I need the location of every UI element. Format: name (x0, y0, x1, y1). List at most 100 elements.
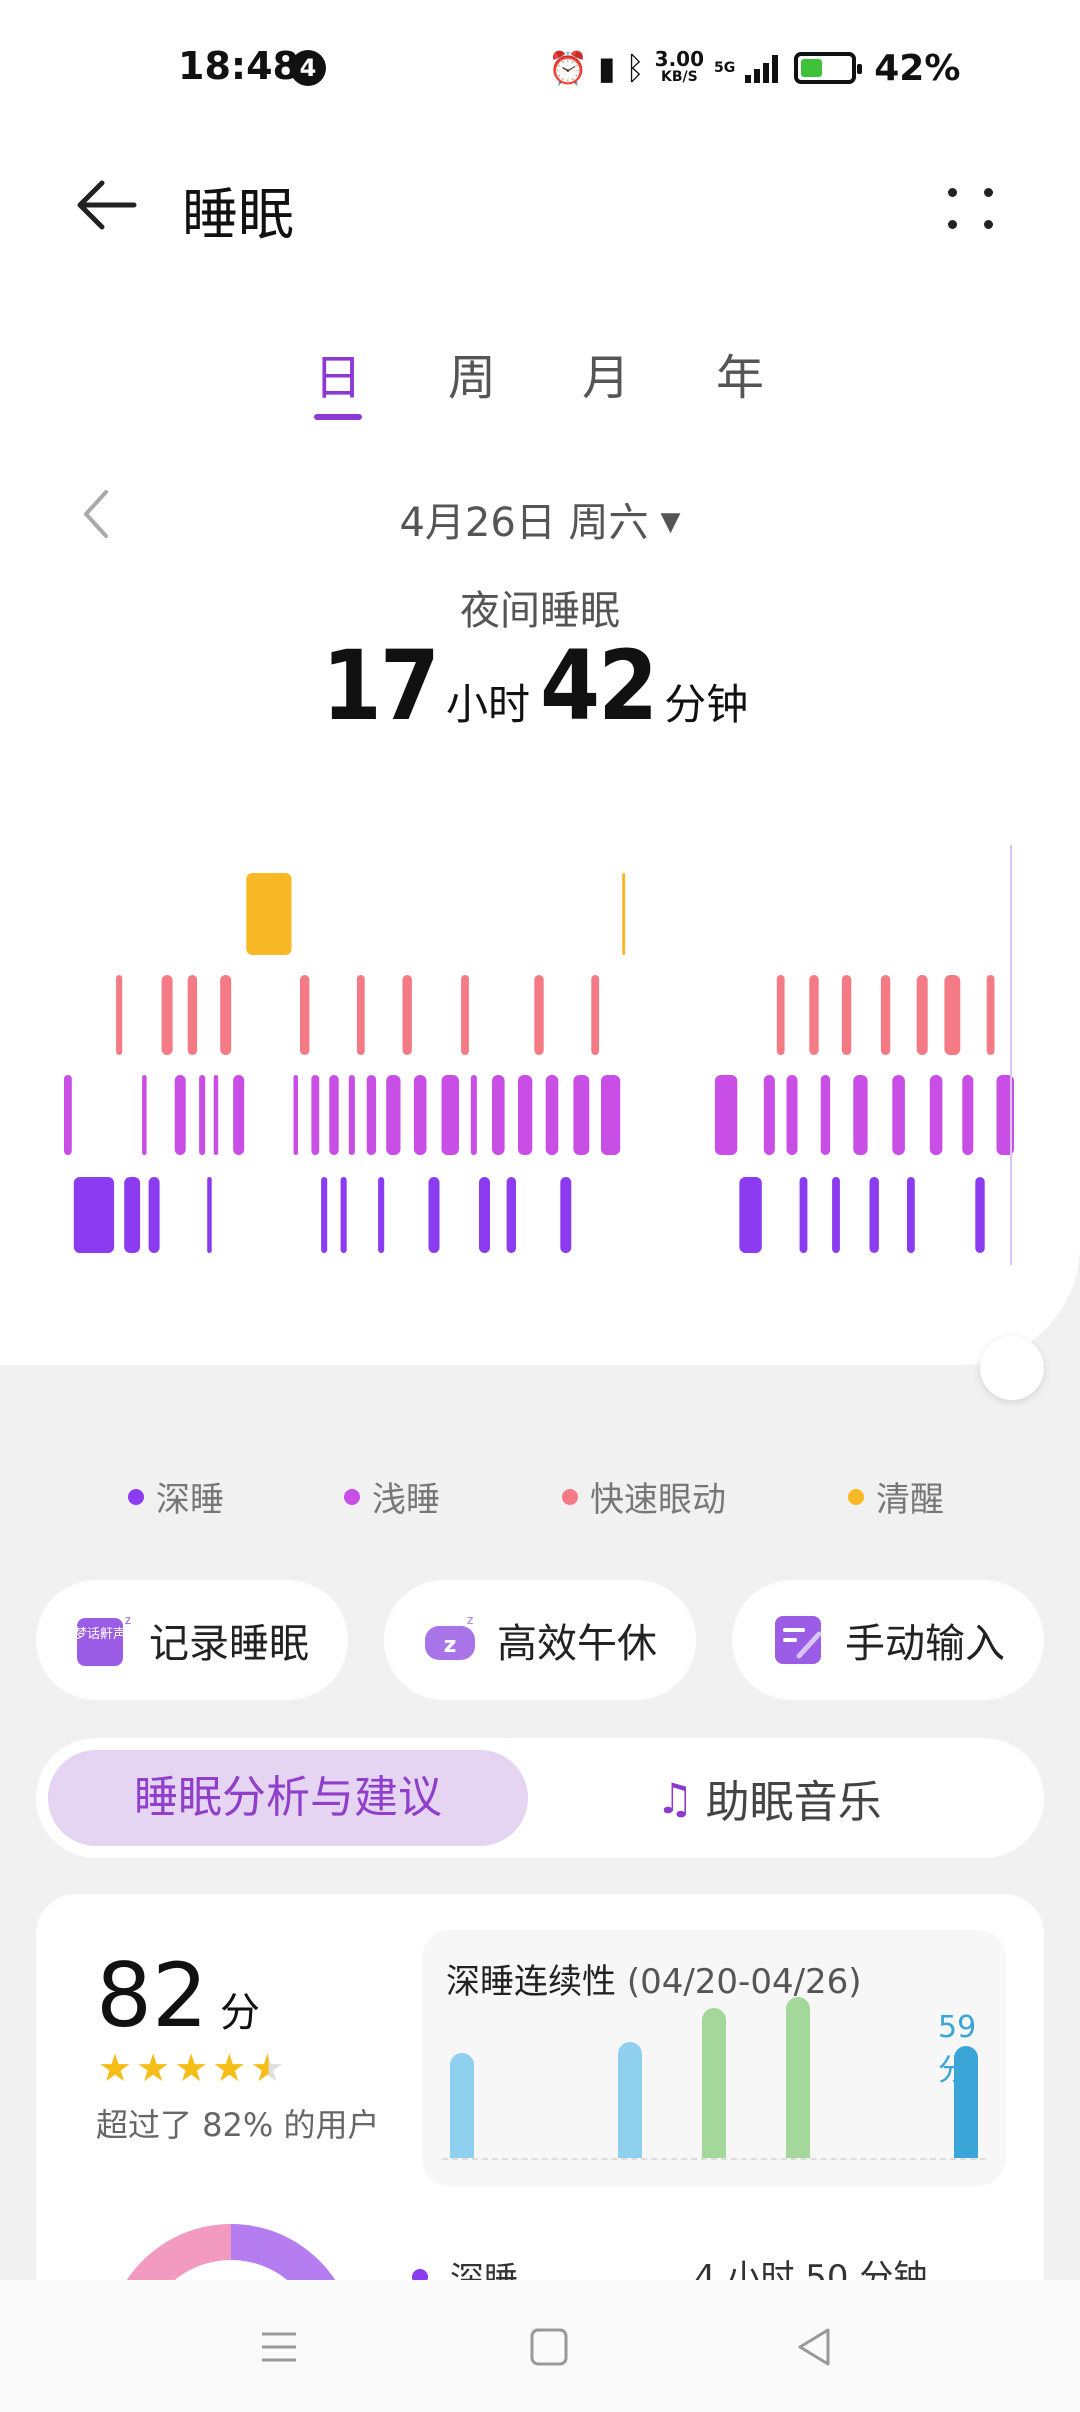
svg-text:z: z (125, 1613, 131, 1627)
legend-item: 快速眼动 (562, 1472, 726, 1521)
record-sleep-button[interactable]: 梦话鼾声 z 记录睡眠 (36, 1580, 348, 1700)
tab-month[interactable]: 月 (566, 338, 646, 408)
stage-segment (366, 1075, 377, 1155)
stage-segment (174, 1075, 186, 1155)
stage-segment (340, 1177, 347, 1253)
star-icon: ★ (136, 2046, 171, 2090)
stage-segment (213, 1075, 219, 1155)
app-header: 睡眠 (0, 160, 1080, 260)
vibrate-icon: ▮ (597, 49, 616, 87)
signal-icon (745, 53, 779, 83)
stage-segment (461, 975, 469, 1055)
stage-segment (820, 1075, 831, 1155)
stage-segment (841, 975, 852, 1055)
continuity-bar (450, 2052, 474, 2158)
stage-segment (975, 1177, 985, 1253)
sleep-stage-chart[interactable] (64, 845, 1016, 1265)
sleep-duration: 17 小时 42 分钟 (0, 630, 1080, 742)
deep-sleep-continuity-chart[interactable]: 深睡连续性 (04/20-04/26) 59分 (422, 1930, 1006, 2186)
stage-segment (892, 1075, 905, 1155)
continuity-title: 深睡连续性 (04/20-04/26) (446, 1962, 862, 2002)
legend-item: 深睡 (128, 1472, 224, 1521)
stage-segment (428, 1177, 440, 1253)
back-arrow-icon[interactable] (72, 170, 142, 240)
record-sleep-label: 记录睡眠 (149, 1621, 309, 1667)
tab-week[interactable]: 周 (432, 338, 512, 408)
efficient-nap-button[interactable]: z z 高效午休 (384, 1580, 696, 1700)
half-star-icon: ★ (250, 2046, 285, 2090)
stage-segment (869, 1177, 879, 1253)
stage-segment (441, 1075, 459, 1155)
chart-scrub-handle[interactable] (980, 1336, 1044, 1400)
battery-icon (794, 52, 863, 84)
home-icon[interactable] (524, 2322, 574, 2372)
page-title: 睡眠 (182, 183, 294, 248)
stage-segment (492, 1075, 505, 1155)
battery-percent: 42% (874, 47, 961, 89)
net-speed: 3.00 KB/S (654, 47, 705, 85)
tab-day[interactable]: 日 (298, 338, 378, 420)
star-icon: ★ (98, 2046, 133, 2090)
stage-segment (246, 873, 292, 955)
stage-segment (161, 975, 173, 1055)
stage-segment (907, 1177, 915, 1253)
stage-segment (220, 975, 232, 1055)
date-dropdown[interactable]: 4月26日 周六 ▼ (0, 490, 1080, 548)
back-icon[interactable] (790, 2322, 840, 2372)
stage-segment (518, 1075, 533, 1155)
continuity-bar (954, 2045, 978, 2158)
hour-unit: 小时 (445, 680, 530, 729)
stage-segment (916, 975, 928, 1055)
sleep-talk-record-icon: 梦话鼾声 z (75, 1613, 131, 1666)
stage-segment (714, 1075, 738, 1155)
stage-segment (386, 1075, 401, 1155)
stage-segment (413, 1075, 427, 1155)
sleep-stage-legend: 深睡 浅睡 快速眼动 清醒 (0, 1472, 1080, 1522)
stage-segment (986, 975, 995, 1055)
menu-icon[interactable] (254, 2322, 304, 2372)
alarm-icon: ⏰ (548, 49, 588, 87)
notification-count-badge: 4 (290, 50, 326, 86)
stage-segment (311, 1075, 320, 1155)
stage-segment (470, 1075, 477, 1155)
stage-segment (545, 1075, 559, 1155)
stage-segment (853, 1075, 868, 1155)
manual-input-button[interactable]: 手动输入 (732, 1580, 1044, 1700)
stage-segment (929, 1075, 943, 1155)
sleep-score: 82 分 (96, 1944, 260, 2047)
stage-segment (944, 975, 961, 1055)
tab-sleep-music[interactable]: ♫ 助眠音乐 (656, 1750, 882, 1846)
svg-text:z: z (467, 1613, 473, 1627)
duration-hours: 17 (321, 630, 440, 742)
stage-segment (73, 1177, 115, 1253)
stage-segment (116, 975, 123, 1055)
bluetooth-icon: ᛒ (625, 49, 645, 87)
stage-segment (142, 1075, 147, 1155)
tab-sleep-analysis[interactable]: 睡眠分析与建议 (48, 1750, 528, 1846)
star-rating: ★ ★ ★ ★ ★ (98, 2046, 284, 2090)
star-icon: ★ (174, 2046, 209, 2090)
network-type: 5G (714, 60, 736, 76)
tab-year[interactable]: 年 (700, 338, 780, 408)
stage-segment (199, 1075, 206, 1155)
stage-segment (880, 975, 891, 1055)
status-time: 18:48 (178, 44, 299, 88)
stage-segment (300, 975, 310, 1055)
stage-segment (321, 1177, 328, 1253)
stage-segment (799, 1177, 808, 1253)
stage-segment (573, 1075, 590, 1155)
manual-input-icon (775, 1616, 822, 1664)
stage-segment (187, 975, 198, 1055)
caret-down-icon: ▼ (660, 507, 681, 537)
exceed-users-text: 超过了 82% 的用户 (96, 2106, 380, 2144)
stage-segment (763, 1075, 775, 1155)
status-icons: ⏰ ▮ ᛒ 3.00 KB/S 5G 42% (548, 46, 960, 90)
stage-segment (776, 975, 785, 1055)
status-bar: 18:48 4 ⏰ ▮ ᛒ 3.00 KB/S 5G 42% (0, 0, 1080, 140)
quick-actions: 梦话鼾声 z 记录睡眠 z z 高效午休 手动输入 (36, 1580, 1044, 1700)
svg-text:z: z (444, 1633, 457, 1658)
date-label: 4月26日 周六 (399, 500, 649, 546)
star-icon: ★ (212, 2046, 247, 2090)
more-options-icon[interactable] (940, 178, 1000, 238)
stage-segment (348, 1075, 355, 1155)
